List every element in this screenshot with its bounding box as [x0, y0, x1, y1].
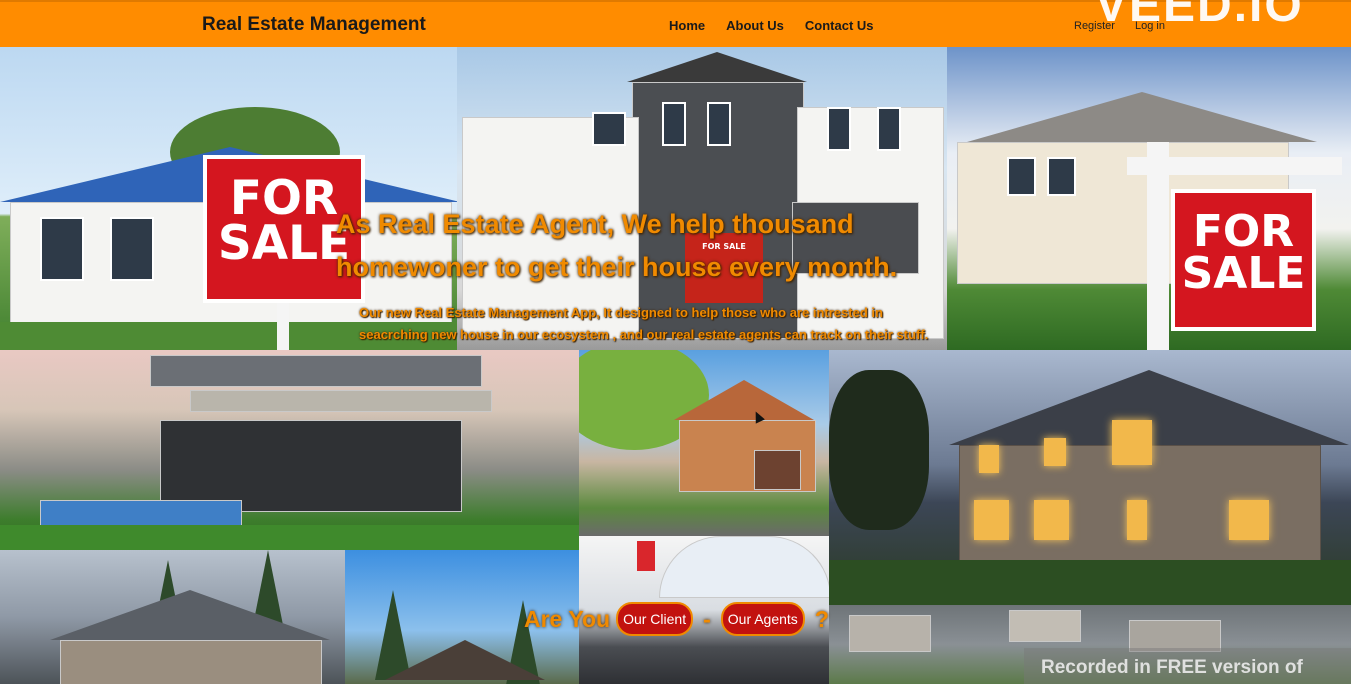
cta-separator: -: [703, 605, 711, 632]
recording-watermark-text: Recorded in FREE version of: [1041, 657, 1303, 678]
window-shape: [979, 445, 999, 473]
window-shape: [662, 102, 686, 146]
nav-home-link[interactable]: Home: [669, 18, 705, 33]
roof-shape: [627, 52, 807, 82]
hero-subtitle-line: Our new Real Estate Management App, It d…: [359, 305, 883, 320]
nav-contact-link[interactable]: Contact Us: [805, 18, 874, 33]
brand-title[interactable]: Real Estate Management: [202, 14, 426, 36]
veed-watermark: VEED.IO: [1095, 0, 1304, 32]
garage-door: [754, 450, 801, 490]
roof-shape: [967, 92, 1317, 142]
sign-post: [277, 297, 289, 350]
photo-stone-mansion: [829, 350, 1351, 605]
hero-subtitle: Our new Real Estate Management App, It d…: [359, 302, 1059, 346]
cta-prefix: Are You: [524, 605, 611, 632]
nav-about-link[interactable]: About Us: [726, 18, 784, 33]
window-shape: [1127, 500, 1147, 540]
window-shape: [40, 217, 84, 281]
photo-craftsman-house: [0, 550, 345, 684]
window-shape: [707, 102, 731, 146]
recording-watermark: Recorded in FREE version of: [1024, 648, 1351, 684]
hero-title-line: homewoner to get their house every month…: [336, 252, 898, 282]
window-shape: [1044, 438, 1066, 466]
rooftop: [1009, 610, 1081, 642]
hero-subtitle-line: seacrching new house in our ecosystem , …: [359, 327, 929, 342]
window-shape: [1112, 420, 1152, 465]
roof-shape: [385, 640, 545, 680]
cta-row: Are You Our Client - Our Agents ?: [524, 602, 833, 636]
photo-brick-house: [579, 350, 829, 536]
window-shape: [974, 500, 1009, 540]
flag-shape: [637, 541, 655, 571]
hero-title: As Real Estate Agent, We help thousand h…: [336, 203, 996, 289]
rooftop: [849, 615, 931, 652]
sign-bar: [1127, 157, 1342, 175]
cta-suffix: ?: [814, 605, 829, 632]
for-sale-sign-right: FOR SALE: [1171, 189, 1316, 331]
window-shape: [1047, 157, 1076, 196]
roof-shape: [50, 590, 330, 640]
hero-title-line: As Real Estate Agent, We help thousand: [336, 209, 854, 239]
sign-text-line: FOR: [1192, 206, 1295, 257]
sign-text-line: SALE: [1181, 247, 1306, 299]
glass-wall: [160, 420, 462, 512]
window-shape: [1034, 500, 1069, 540]
lawn-shape: [829, 560, 1351, 605]
photo-modern-pool-house: [0, 350, 579, 550]
window-shape: [1229, 500, 1269, 540]
lawn-shape: [0, 525, 579, 550]
balcony: [190, 390, 492, 412]
our-client-button[interactable]: Our Client: [616, 602, 694, 636]
main-nav: Home About Us Contact Us: [669, 18, 874, 33]
our-agents-button[interactable]: Our Agents: [720, 602, 805, 636]
roof-slab: [150, 355, 482, 387]
roof-shape: [674, 380, 814, 420]
house-facade: [60, 640, 322, 684]
window-shape: [592, 112, 626, 146]
window-shape: [110, 217, 154, 281]
window-shape: [877, 107, 901, 151]
window-shape: [827, 107, 851, 151]
tree-shape: [829, 370, 929, 530]
window-shape: [1007, 157, 1036, 196]
arch-window: [659, 536, 829, 598]
